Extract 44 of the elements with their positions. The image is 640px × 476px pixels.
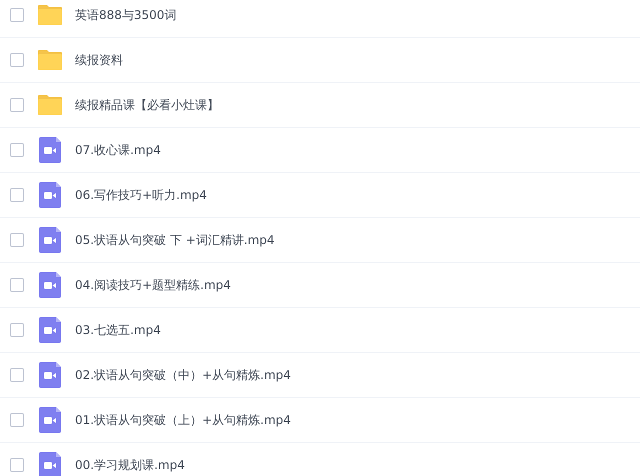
checkbox[interactable] [10,233,24,247]
file-row[interactable]: 续报精品课【必看小灶课】 [0,83,640,128]
checkbox[interactable] [10,458,24,472]
file-name[interactable]: 续报资料 [75,51,123,69]
checkbox[interactable] [10,53,24,67]
checkbox[interactable] [10,323,24,337]
file-name[interactable]: 04.阅读技巧+题型精练.mp4 [75,276,231,294]
video-file-icon [37,452,63,476]
file-name[interactable]: 07.收心课.mp4 [75,141,161,159]
checkbox[interactable] [10,8,24,22]
checkbox[interactable] [10,98,24,112]
file-row[interactable]: 00.学习规划课.mp4 [0,443,640,476]
video-file-icon [37,137,63,163]
folder-icon [37,92,63,118]
video-file-icon [37,227,63,253]
folder-icon [37,47,63,73]
checkbox[interactable] [10,188,24,202]
file-name[interactable]: 06.写作技巧+听力.mp4 [75,186,207,204]
file-row[interactable]: 01.状语从句突破（上）+从句精炼.mp4 [0,398,640,443]
file-row[interactable]: 03.七选五.mp4 [0,308,640,353]
folder-icon [37,2,63,28]
file-name[interactable]: 03.七选五.mp4 [75,321,161,339]
file-name[interactable]: 02.状语从句突破（中）+从句精炼.mp4 [75,366,291,384]
video-file-icon [37,317,63,343]
file-name[interactable]: 英语888与3500词 [75,6,176,24]
file-row[interactable]: 续报资料 [0,38,640,83]
file-row[interactable]: 02.状语从句突破（中）+从句精炼.mp4 [0,353,640,398]
video-file-icon [37,272,63,298]
checkbox[interactable] [10,413,24,427]
file-row[interactable]: 05.状语从句突破 下 +词汇精讲.mp4 [0,218,640,263]
file-name[interactable]: 00.学习规划课.mp4 [75,456,185,474]
file-row[interactable]: 06.写作技巧+听力.mp4 [0,173,640,218]
file-row[interactable]: 07.收心课.mp4 [0,128,640,173]
checkbox[interactable] [10,143,24,157]
checkbox[interactable] [10,278,24,292]
file-name[interactable]: 05.状语从句突破 下 +词汇精讲.mp4 [75,231,275,249]
file-row[interactable]: 04.阅读技巧+题型精练.mp4 [0,263,640,308]
file-name[interactable]: 续报精品课【必看小灶课】 [75,96,219,114]
video-file-icon [37,407,63,433]
file-row[interactable]: 英语888与3500词 [0,0,640,38]
file-name[interactable]: 01.状语从句突破（上）+从句精炼.mp4 [75,411,291,429]
video-file-icon [37,362,63,388]
checkbox[interactable] [10,368,24,382]
video-file-icon [37,182,63,208]
